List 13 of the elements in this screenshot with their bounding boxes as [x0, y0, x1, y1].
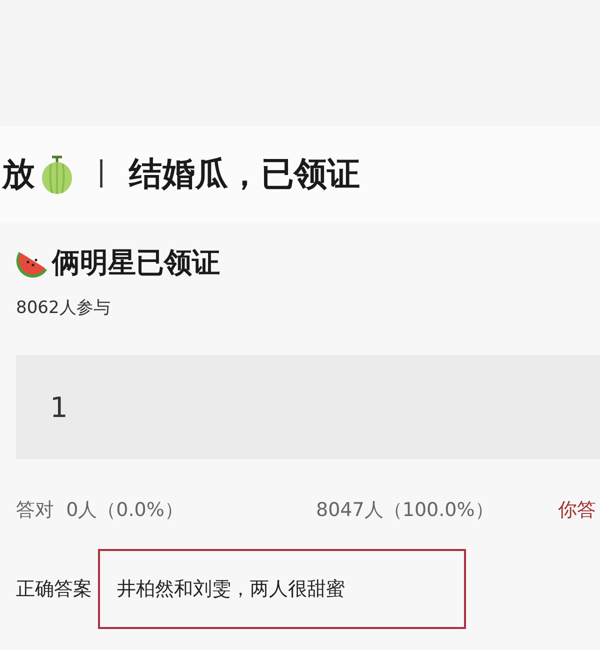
option-label: 1 — [50, 390, 68, 424]
correct-count: 答对 0人（0.0%） — [16, 498, 184, 523]
wrong-count: 8047人（100.0%） — [316, 498, 494, 523]
result-text: 你答 — [558, 498, 596, 523]
separator: 丨 — [87, 156, 117, 194]
headline-text: 放 — [2, 152, 35, 194]
melon-icon — [39, 153, 75, 195]
headline-text: 结婚瓜，已领证 — [129, 152, 360, 194]
participant-count: 8062人参与 — [16, 297, 112, 319]
poll-option[interactable]: 1 — [16, 355, 600, 459]
poll-title: 俩明星已领证 — [52, 245, 220, 281]
answer-label: 正确答案 — [16, 577, 92, 602]
answer-text: 井柏然和刘雯，两人很甜蜜 — [117, 577, 345, 602]
